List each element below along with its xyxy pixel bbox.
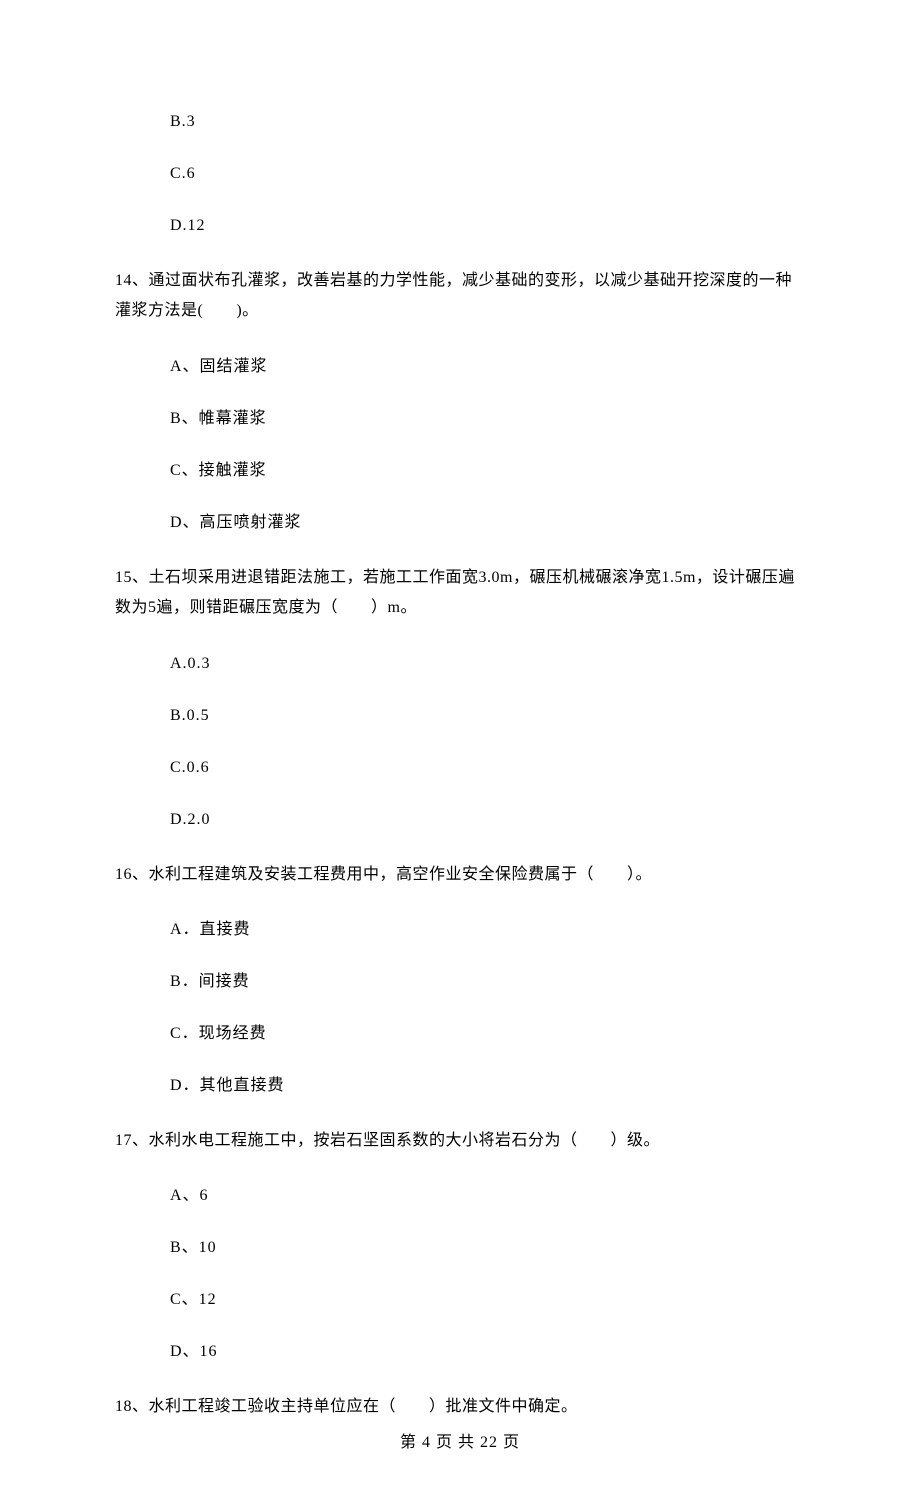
q16-option-c: C．现场经费 [170, 1022, 805, 1046]
q17-option-b: B、10 [170, 1236, 805, 1260]
q14-option-d: D、高压喷射灌浆 [170, 511, 805, 535]
q17-option-c: C、12 [170, 1288, 805, 1312]
page-footer: 第 4 页 共 22 页 [115, 1431, 805, 1455]
q17-text: 17、水利水电工程施工中，按岩石坚固系数的大小将岩石分为（ ）级。 [115, 1126, 805, 1156]
q15-text: 15、土石坝采用进退错距法施工，若施工工作面宽3.0m，碾压机械碾滚净宽1.5m… [115, 563, 805, 624]
q17-option-a: A、6 [170, 1184, 805, 1208]
q15-option-a: A.0.3 [170, 652, 805, 676]
q14-option-a: A、固结灌浆 [170, 355, 805, 379]
q16-option-a: A．直接费 [170, 918, 805, 942]
q13-option-b: B.3 [170, 110, 805, 134]
q15-option-d: D.2.0 [170, 808, 805, 832]
q14-option-c: C、接触灌浆 [170, 459, 805, 483]
q16-option-b: B．间接费 [170, 970, 805, 994]
q15-option-b: B.0.5 [170, 704, 805, 728]
q13-option-d: D.12 [170, 214, 805, 238]
page-content: B.3 C.6 D.12 14、通过面状布孔灌浆，改善岩基的力学性能，减少基础的… [0, 0, 920, 1495]
q15-option-c: C.0.6 [170, 756, 805, 780]
q13-option-c: C.6 [170, 162, 805, 186]
q18-text: 18、水利工程竣工验收主持单位应在（ ）批准文件中确定。 [115, 1392, 805, 1422]
q17-option-d: D、16 [170, 1340, 805, 1364]
q14-text: 14、通过面状布孔灌浆，改善岩基的力学性能，减少基础的变形，以减少基础开挖深度的… [115, 266, 805, 327]
q16-text: 16、水利工程建筑及安装工程费用中，高空作业安全保险费属于（ ）。 [115, 860, 805, 890]
q16-option-d: D．其他直接费 [170, 1074, 805, 1098]
q14-option-b: B、帷幕灌浆 [170, 407, 805, 431]
